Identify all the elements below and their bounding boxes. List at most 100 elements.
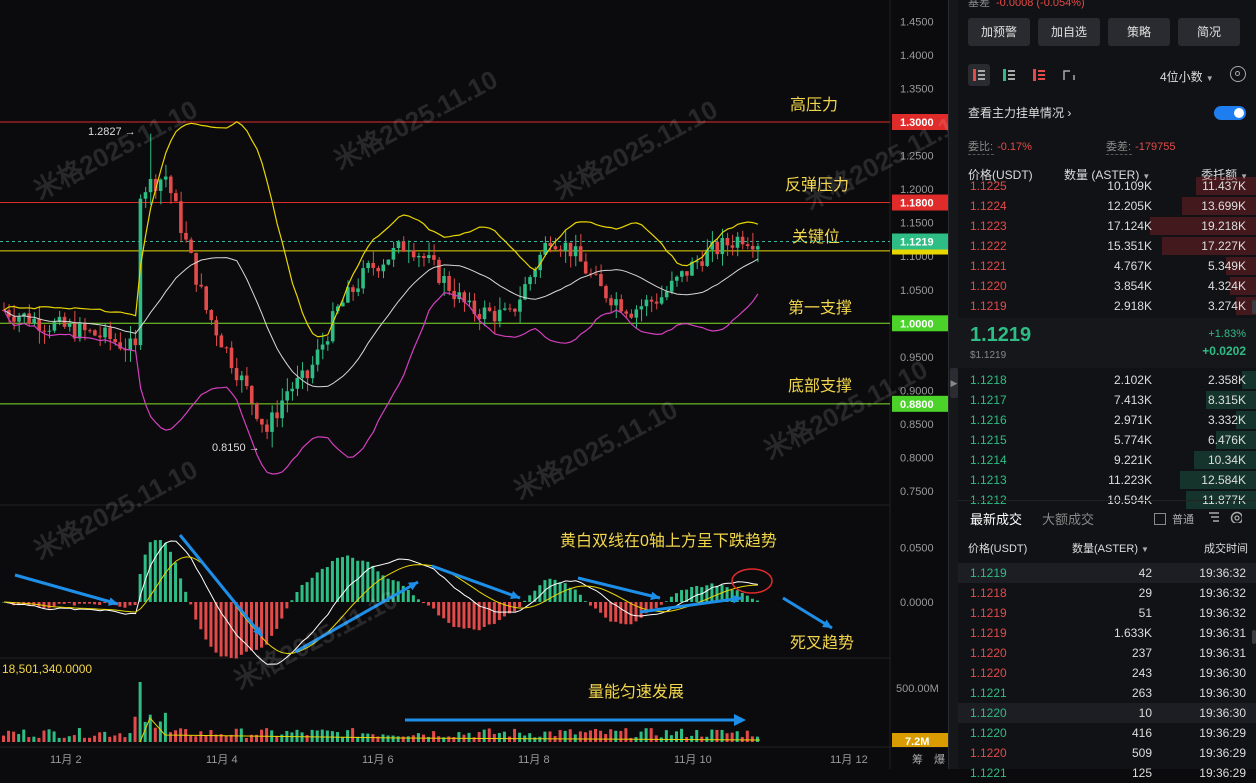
row-price: 1.1220 — [970, 746, 1007, 760]
trade-row[interactable]: 1.1219 51 19:36:32 — [958, 603, 1256, 623]
trade-row[interactable]: 1.1220 243 19:36:30 — [958, 663, 1256, 683]
volume-bar — [315, 730, 319, 742]
macd-bar — [72, 602, 76, 606]
volume-bar — [543, 731, 547, 742]
depth-view-icon[interactable] — [1058, 64, 1080, 86]
candle-body — [629, 313, 634, 318]
trade-row[interactable]: 1.1220 237 19:36:31 — [958, 643, 1256, 663]
tr-col-qty[interactable]: 数量(ASTER) ▼ — [1072, 540, 1149, 556]
ask-row[interactable]: 1.1225 10.109K 11.437K — [958, 176, 1256, 196]
ask-row[interactable]: 1.1223 17.124K 19.218K — [958, 216, 1256, 236]
candle-body — [356, 288, 360, 292]
volume-bar — [57, 737, 61, 742]
row-amount: 13.699K — [1201, 199, 1246, 213]
trade-row[interactable]: 1.1218 29 19:36:32 — [958, 583, 1256, 603]
volume-bar — [629, 737, 633, 742]
tab-large-trades[interactable]: 大额成交 — [1042, 509, 1094, 528]
date-axis-label: 11月 12 — [830, 754, 868, 766]
candle-body — [305, 370, 310, 379]
trade-row[interactable]: 1.1219 42 19:36:32 — [958, 563, 1256, 583]
volume-bar — [432, 731, 436, 742]
normal-checkbox[interactable] — [1154, 513, 1166, 525]
main-force-orders-link[interactable]: 查看主力挂单情况 › — [968, 104, 1071, 121]
row-time: 19:36:30 — [1199, 686, 1246, 700]
normal-label: 普通 — [1172, 514, 1194, 526]
bid-row[interactable]: 1.1218 2.102K 2.358K — [958, 370, 1256, 390]
row-amount: 6.476K — [1207, 433, 1246, 447]
settings-gear-icon[interactable] — [1230, 66, 1246, 82]
date-axis-label: 11月 6 — [362, 754, 394, 766]
both-sides-view-icon[interactable] — [968, 64, 990, 86]
candle-body — [432, 255, 436, 260]
main-force-toggle[interactable] — [1214, 106, 1246, 120]
bid-row[interactable]: 1.1213 11.223K 12.584K — [958, 470, 1256, 490]
volume-bar — [194, 736, 198, 742]
chart-canvas[interactable]: 1.45001.40001.35001.30001.25001.20001.15… — [0, 0, 948, 769]
volume-bar — [406, 736, 410, 742]
row-price: 1.1213 — [970, 473, 1007, 487]
candle-body — [179, 201, 183, 233]
bids-view-icon[interactable] — [998, 64, 1020, 86]
trade-row[interactable]: 1.1220 509 19:36:29 — [958, 743, 1256, 763]
candle-body — [12, 316, 16, 322]
candle-body — [421, 255, 426, 259]
macd-bar — [416, 599, 420, 602]
orderbook-scrollbar[interactable] — [1252, 300, 1256, 314]
ask-row[interactable]: 1.1224 12.205K 13.699K — [958, 196, 1256, 216]
add-alert-button[interactable]: 加预警 — [968, 18, 1030, 46]
collapse-handle-icon[interactable]: ▶ — [950, 368, 958, 398]
trades-scrollbar[interactable] — [1252, 630, 1256, 644]
volume-bar — [457, 732, 461, 742]
bid-row[interactable]: 1.1216 2.971K 3.332K — [958, 410, 1256, 430]
bid-row[interactable]: 1.1214 9.221K 10.34K — [958, 450, 1256, 470]
candle-body — [194, 252, 198, 285]
overview-button[interactable]: 简况 — [1178, 18, 1240, 46]
ask-row[interactable]: 1.1222 15.351K 17.227K — [958, 236, 1256, 256]
candle-body — [497, 309, 502, 322]
bid-row[interactable]: 1.1215 5.774K 6.476K — [958, 430, 1256, 450]
volume-bar — [619, 730, 623, 742]
macd-bar — [133, 602, 137, 605]
volume-bar — [224, 735, 228, 742]
candlestick-chart[interactable]: 1.45001.40001.35001.30001.25001.20001.15… — [0, 0, 956, 769]
candle-body — [249, 386, 254, 404]
volume-bar — [77, 728, 81, 742]
bid-row[interactable]: 1.1217 7.413K 8.315K — [958, 390, 1256, 410]
ask-row[interactable]: 1.1219 2.918K 3.274K — [958, 296, 1256, 316]
trade-row[interactable]: 1.1221 125 19:36:29 — [958, 763, 1256, 783]
candle-body — [189, 239, 193, 253]
macd-bar — [174, 562, 178, 602]
tab-latest-trades[interactable]: 最新成交 — [970, 509, 1022, 528]
volume-bar — [310, 729, 314, 742]
macd-bar — [594, 602, 598, 609]
add-watchlist-button[interactable]: 加自选 — [1038, 18, 1100, 46]
trade-row[interactable]: 1.1220 10 19:36:30 — [958, 703, 1256, 723]
candle-body — [482, 307, 487, 320]
macd-bar — [98, 602, 102, 605]
trade-row[interactable]: 1.1220 416 19:36:29 — [958, 723, 1256, 743]
trade-row[interactable]: 1.1219 1.633K 19:36:31 — [958, 623, 1256, 643]
trades-settings-gear-icon[interactable] — [1230, 511, 1242, 523]
strategy-button[interactable]: 策略 — [1108, 18, 1170, 46]
volume-bar — [123, 737, 127, 742]
macd-bar — [260, 602, 264, 648]
volume-bar — [234, 728, 238, 742]
ask-row[interactable]: 1.1220 3.854K 4.324K — [958, 276, 1256, 296]
volume-bar — [548, 731, 552, 742]
volume-bar — [487, 728, 491, 742]
volume-bar — [98, 732, 102, 742]
row-time: 19:36:31 — [1199, 646, 1246, 660]
volume-bar — [163, 712, 167, 742]
trade-row[interactable]: 1.1221 263 19:36:30 — [958, 683, 1256, 703]
volume-axis-label: 500.00M — [896, 683, 939, 695]
macd-bar — [310, 577, 314, 602]
asks-view-icon[interactable] — [1028, 64, 1050, 86]
death-cross-annotation: 死叉趋势 — [790, 634, 854, 652]
ask-row[interactable]: 1.1221 4.767K 5.349K — [958, 256, 1256, 276]
volume-bar — [614, 730, 618, 742]
filter-icon[interactable] — [1208, 511, 1220, 523]
order-diff-value: -179755 — [1135, 141, 1176, 153]
watermark: 米格2025.11.10 — [29, 454, 203, 565]
candle-body — [17, 316, 21, 322]
decimals-select[interactable]: 4位小数 ▼ — [1160, 68, 1214, 85]
